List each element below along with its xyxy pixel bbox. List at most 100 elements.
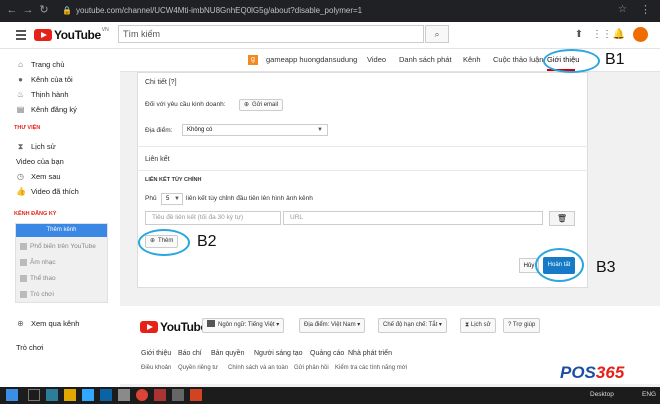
sidebar-item-browse-channels[interactable]: ⊕ Xem qua kênh (16, 317, 79, 329)
reload-icon[interactable]: ↻ (38, 4, 50, 16)
sidebar-label: Lịch sử (31, 141, 56, 151)
bookmark-star-icon[interactable]: ☆ (618, 4, 627, 15)
address-bar[interactable]: 🔒 youtube.com/channel/UCW4Mti-imbNU8GnhEQ… (62, 3, 622, 19)
sidebar-item-liked-videos[interactable]: 👍 Video đã thích (16, 185, 79, 197)
plus-circle-icon: ⊕ (244, 102, 250, 108)
file-explorer-icon[interactable] (64, 389, 76, 401)
trash-icon[interactable]: 🗑 (549, 211, 575, 226)
links-heading: Liên kết (145, 156, 170, 163)
plus-circle-icon: ⊕ (17, 318, 24, 328)
footer-link-press[interactable]: Báo chí (178, 350, 202, 357)
app-icon[interactable] (154, 389, 166, 401)
lock-icon: 🔒 (62, 6, 72, 15)
language-icon (207, 320, 215, 327)
sub-item-popular[interactable]: Phổ biến trên YouTube (20, 243, 96, 250)
powerpoint-icon[interactable] (190, 389, 202, 401)
url-input[interactable]: URL (283, 211, 543, 225)
footer-link-advertise[interactable]: Quảng cáo (310, 350, 344, 357)
upload-icon[interactable]: ⬆ (572, 28, 586, 42)
language-label: Ngôn ngữ: Tiếng Việt (218, 322, 275, 328)
windows-start-icon[interactable] (6, 389, 18, 401)
sidebar-item-history[interactable]: ⧗ Lịch sử (16, 140, 56, 152)
send-email-button[interactable]: ⊕ Gửi email (239, 99, 284, 111)
app-icon[interactable] (118, 389, 130, 401)
sub-item-sports[interactable]: Thể thao (20, 275, 56, 282)
notifications-icon[interactable]: 🔔 (612, 28, 626, 42)
search-button[interactable]: ⌕ (425, 25, 449, 43)
input-language-indicator[interactable]: ENG (642, 391, 656, 398)
footer-link-privacy[interactable]: Quyền riêng tư (178, 365, 218, 371)
footer-youtube-logo[interactable]: YouTube (140, 320, 207, 334)
desktop-toolbar-label[interactable]: Desktop (590, 391, 614, 398)
chrome-icon[interactable] (136, 389, 148, 401)
footer-link-test-features[interactable]: Kiểm tra các tính năng mới (335, 365, 407, 371)
footer-link-terms[interactable]: Điều khoản (141, 365, 171, 371)
location-select[interactable]: Không có ▼ (182, 124, 328, 136)
footer-link-about[interactable]: Giới thiệu (141, 350, 171, 357)
sidebar-label: Kênh của tôi (31, 74, 73, 84)
details-heading: Chi tiết [?] (145, 79, 177, 86)
clock-icon: ◷ (17, 171, 24, 181)
logo-text: YouTube (54, 28, 101, 42)
channel-avatar[interactable]: g (248, 55, 258, 65)
annotation-b1: B1 (605, 51, 625, 68)
home-icon: ⌂ (18, 59, 23, 69)
person-icon: ● (18, 74, 23, 84)
overlay-suffix: liên kết tùy chỉnh đầu tiên lên hình ảnh… (186, 195, 313, 202)
history-button[interactable]: ⧗ Lịch sử (460, 318, 496, 333)
footer-link-developers[interactable]: Nhà phát triển (348, 350, 392, 357)
windows-taskbar: Desktop ENG (0, 387, 660, 404)
overlay-count-select[interactable]: 5 ▼ (161, 193, 183, 205)
youtube-play-icon (140, 321, 158, 333)
restricted-mode-button[interactable]: Chế độ hạn chế: Tắt ▾ (378, 318, 447, 333)
tab-channels[interactable]: Kênh (463, 55, 481, 64)
highlight-oval-b1 (543, 49, 600, 73)
language-button[interactable]: Ngôn ngữ: Tiếng Việt ▾ (202, 318, 285, 333)
thumbs-up-icon: 👍 (16, 186, 26, 196)
browse-channels-button[interactable]: Thêm kênh (16, 224, 107, 237)
annotation-b3: B3 (596, 259, 616, 276)
help-button[interactable]: ? Trợ giúp (503, 318, 541, 333)
back-icon[interactable]: ← (6, 4, 18, 16)
channel-name[interactable]: gameapp huongdansudung (266, 55, 357, 64)
subscriptions-promo-box: Thêm kênh Phổ biến trên YouTube Âm nhạc … (15, 223, 108, 303)
sub-item-gaming[interactable]: Trò chơi (20, 291, 54, 298)
browser-menu-icon[interactable]: ⋮ (640, 3, 651, 16)
history-label: Lịch sử (470, 322, 491, 328)
footer-link-feedback[interactable]: Gửi phản hồi (294, 365, 329, 371)
forward-icon[interactable]: → (22, 4, 34, 16)
word-icon[interactable] (100, 389, 112, 401)
location-button[interactable]: Địa điểm: Việt Nam ▾ (299, 318, 366, 333)
location-label: Địa điểm: (145, 127, 173, 134)
tab-videos[interactable]: Video (367, 55, 386, 64)
footer-logo-text: YouTube (160, 320, 207, 334)
sidebar-item-trending[interactable]: ♨ Thịnh hành (16, 88, 69, 100)
tab-discussion[interactable]: Cuộc thảo luận (493, 55, 543, 64)
sub-item-music[interactable]: Âm nhạc (20, 259, 56, 266)
channel-thumb-icon (20, 259, 27, 266)
sidebar-item-watch-later[interactable]: ◷ Xem sau (16, 170, 61, 182)
sidebar-item-subscriptions[interactable]: ▤ Kênh đăng ký (16, 103, 77, 115)
pos365-watermark: POS365 (560, 363, 624, 383)
task-view-icon[interactable] (28, 389, 40, 401)
app-icon[interactable] (172, 389, 184, 401)
apps-icon[interactable]: ⋮⋮ (592, 28, 612, 42)
account-avatar[interactable] (633, 27, 648, 42)
edge-icon[interactable] (46, 389, 58, 401)
youtube-logo[interactable]: YouTube VN (34, 27, 109, 42)
sidebar-item-your-videos[interactable]: Video của bạn (16, 155, 64, 167)
sidebar-item-gaming[interactable]: Trò chơi (16, 341, 44, 353)
sidebar-item-home[interactable]: ⌂ Trang chủ (16, 58, 64, 70)
chevron-down-icon: ▼ (317, 127, 323, 133)
footer-link-copyright[interactable]: Bản quyền (211, 350, 244, 357)
link-title-input[interactable]: Tiêu đề liên kết (tối đa 30 ký tự) (145, 211, 281, 225)
tab-playlists[interactable]: Danh sách phát (399, 55, 452, 64)
footer-link-creators[interactable]: Người sáng tạo (254, 350, 303, 357)
sub-label: Thể thao (30, 275, 56, 282)
footer-link-policy-safety[interactable]: Chính sách và an toàn (228, 365, 288, 371)
photoshop-icon[interactable] (82, 389, 94, 401)
hamburger-menu-icon[interactable] (16, 30, 26, 42)
sidebar-item-my-channel[interactable]: ● Kênh của tôi (16, 73, 73, 85)
library-heading: THƯ VIỆN (14, 125, 41, 131)
search-input[interactable]: Tìm kiếm (118, 25, 424, 43)
